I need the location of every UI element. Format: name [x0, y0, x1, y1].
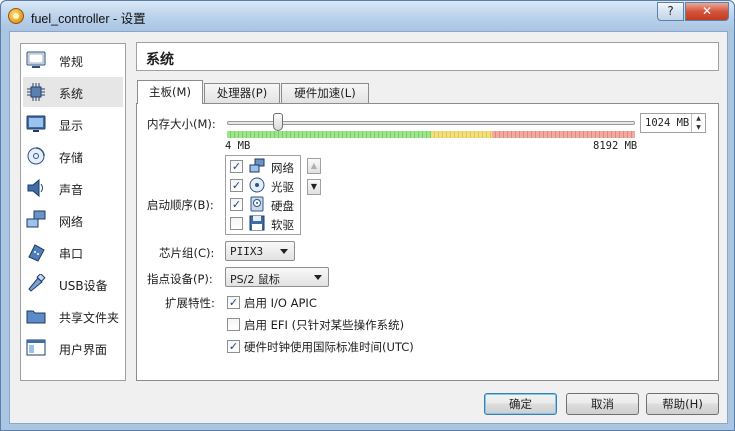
- spin-down-icon[interactable]: ▼: [692, 123, 705, 132]
- pointing-device-value: PS/2 鼠标: [230, 273, 280, 286]
- usb-icon: [28, 274, 46, 292]
- utc-clock-label[interactable]: 硬件时钟使用国际标准时间(UTC): [244, 339, 414, 355]
- utc-clock-checkbox[interactable]: ✓: [227, 340, 240, 353]
- sidebar-item-user-interface[interactable]: 用户界面: [23, 333, 123, 363]
- memory-max-label: 8192 MB: [593, 140, 638, 152]
- page-header: 系统: [136, 42, 719, 71]
- boot-item-optical[interactable]: ✓ 光驱: [230, 176, 300, 195]
- tab-motherboard[interactable]: 主板(M): [137, 80, 203, 104]
- folder-icon: [26, 310, 46, 324]
- ok-button[interactable]: 确定: [484, 393, 557, 415]
- chipset-select[interactable]: PIIX3: [225, 241, 295, 261]
- tab-acceleration[interactable]: 硬件加速(L): [281, 83, 369, 103]
- boot-item-network[interactable]: ✓ 网络: [230, 157, 300, 176]
- io-apic-label[interactable]: 启用 I/O APIC: [244, 295, 317, 311]
- storage-disk-icon: [27, 147, 45, 165]
- settings-sidebar: 常规 系统 显示 存储 声音 网络 串口 USB设备 共享文件夹 用户界面: [20, 43, 126, 381]
- tab-processor[interactable]: 处理器(P): [204, 83, 280, 103]
- chevron-down-icon: [280, 249, 288, 254]
- memory-slider-scale: [227, 131, 635, 138]
- motherboard-tab-panel: 内存大小(M): 4 MB 8192 MB 1024 MB ▲ ▼ 启动顺序(B…: [136, 103, 719, 381]
- pointing-device-label: 指点设备(P):: [147, 272, 213, 286]
- boot-order-list: ✓ 网络 ✓ 光驱 ✓ 硬盘 软驱: [225, 155, 301, 235]
- sidebar-item-label: 用户界面: [59, 343, 108, 357]
- network-icon: [249, 158, 265, 173]
- scale-danger-range: [492, 131, 635, 138]
- display-icon: [26, 115, 46, 132]
- sidebar-item-shared-folders[interactable]: 共享文件夹: [23, 301, 123, 331]
- sidebar-item-network[interactable]: 网络: [23, 205, 123, 235]
- title-help-button[interactable]: ?: [657, 2, 684, 21]
- memory-slider-thumb[interactable]: [273, 113, 283, 131]
- settings-window: fuel_controller - 设置 ? ✕ 常规 系统 显示 存储 声音 …: [0, 0, 735, 431]
- boot-order-label: 启动顺序(B):: [147, 198, 214, 212]
- network-icon: [26, 210, 46, 228]
- user-interface-icon: [26, 339, 46, 356]
- speaker-icon: [27, 178, 43, 198]
- help-button[interactable]: 帮助(H): [646, 393, 719, 415]
- memory-size-label: 内存大小(M):: [147, 117, 216, 131]
- page-title: 系统: [146, 52, 174, 68]
- sidebar-item-general[interactable]: 常规: [23, 45, 123, 75]
- serial-port-icon: [28, 244, 45, 262]
- memory-spin-buttons: ▲ ▼: [691, 114, 705, 132]
- dialog-client-area: 常规 系统 显示 存储 声音 网络 串口 USB设备 共享文件夹 用户界面 系统…: [9, 31, 728, 424]
- scale-warning-range: [431, 131, 492, 138]
- title-bar[interactable]: fuel_controller - 设置 ? ✕: [1, 1, 734, 31]
- boot-item-label: 光驱: [271, 180, 294, 194]
- sidebar-item-label: USB设备: [59, 279, 108, 293]
- optical-drive-icon: [249, 177, 265, 193]
- boot-floppy-checkbox[interactable]: [230, 217, 243, 230]
- floppy-icon: [249, 215, 265, 231]
- scale-safe-range: [227, 131, 431, 138]
- chevron-down-icon: [314, 275, 322, 280]
- sidebar-item-display[interactable]: 显示: [23, 109, 123, 139]
- sidebar-item-label: 常规: [59, 55, 84, 69]
- virtualbox-app-icon: [8, 8, 24, 24]
- move-down-button[interactable]: ▼: [307, 179, 321, 195]
- move-up-button[interactable]: ▲: [307, 158, 321, 174]
- boot-item-floppy[interactable]: 软驱: [230, 214, 300, 233]
- io-apic-checkbox[interactable]: ✓: [227, 296, 240, 309]
- boot-item-label: 网络: [271, 161, 294, 175]
- boot-network-checkbox[interactable]: ✓: [230, 160, 243, 173]
- memory-size-spinbox[interactable]: 1024 MB ▲ ▼: [640, 113, 706, 133]
- sidebar-item-label: 网络: [59, 215, 84, 229]
- boot-optical-checkbox[interactable]: ✓: [230, 179, 243, 192]
- arrow-up-icon: ▲: [310, 161, 318, 170]
- window-title: fuel_controller - 设置: [31, 12, 146, 26]
- sidebar-item-label: 共享文件夹: [59, 311, 120, 325]
- efi-label[interactable]: 启用 EFI (只针对某些操作系统): [244, 317, 404, 333]
- sidebar-item-audio[interactable]: 声音: [23, 173, 123, 203]
- pointing-device-select[interactable]: PS/2 鼠标: [225, 267, 329, 287]
- chipset-value: PIIX3: [230, 245, 264, 258]
- sidebar-item-serial[interactable]: 串口: [23, 237, 123, 267]
- memory-slider-track[interactable]: [227, 121, 635, 125]
- sidebar-item-label: 显示: [59, 119, 84, 133]
- boot-hard-disk-checkbox[interactable]: ✓: [230, 198, 243, 211]
- sidebar-item-label: 串口: [59, 247, 84, 261]
- title-close-button[interactable]: ✕: [685, 2, 729, 21]
- sidebar-item-label: 声音: [59, 183, 84, 197]
- sidebar-item-system[interactable]: 系统: [23, 77, 123, 107]
- efi-checkbox[interactable]: [227, 318, 240, 331]
- boot-item-hard-disk[interactable]: ✓ 硬盘: [230, 195, 300, 214]
- cancel-button[interactable]: 取消: [566, 393, 639, 415]
- sidebar-item-storage[interactable]: 存储: [23, 141, 123, 171]
- sidebar-item-label: 存储: [59, 151, 84, 165]
- arrow-down-icon: ▼: [310, 182, 318, 191]
- spin-up-icon[interactable]: ▲: [692, 114, 705, 123]
- boot-item-label: 硬盘: [271, 199, 294, 213]
- sidebar-item-usb[interactable]: USB设备: [23, 269, 123, 299]
- hard-disk-icon: [250, 196, 264, 212]
- chip-icon: [27, 83, 45, 101]
- memory-size-value[interactable]: 1024 MB: [645, 117, 689, 129]
- monitor-general-icon: [26, 51, 46, 68]
- boot-item-label: 软驱: [271, 218, 294, 232]
- extended-features-label: 扩展特性:: [165, 296, 215, 310]
- sidebar-item-label: 系统: [59, 87, 84, 101]
- memory-min-label: 4 MB: [225, 140, 251, 152]
- chipset-label: 芯片组(C):: [159, 246, 215, 260]
